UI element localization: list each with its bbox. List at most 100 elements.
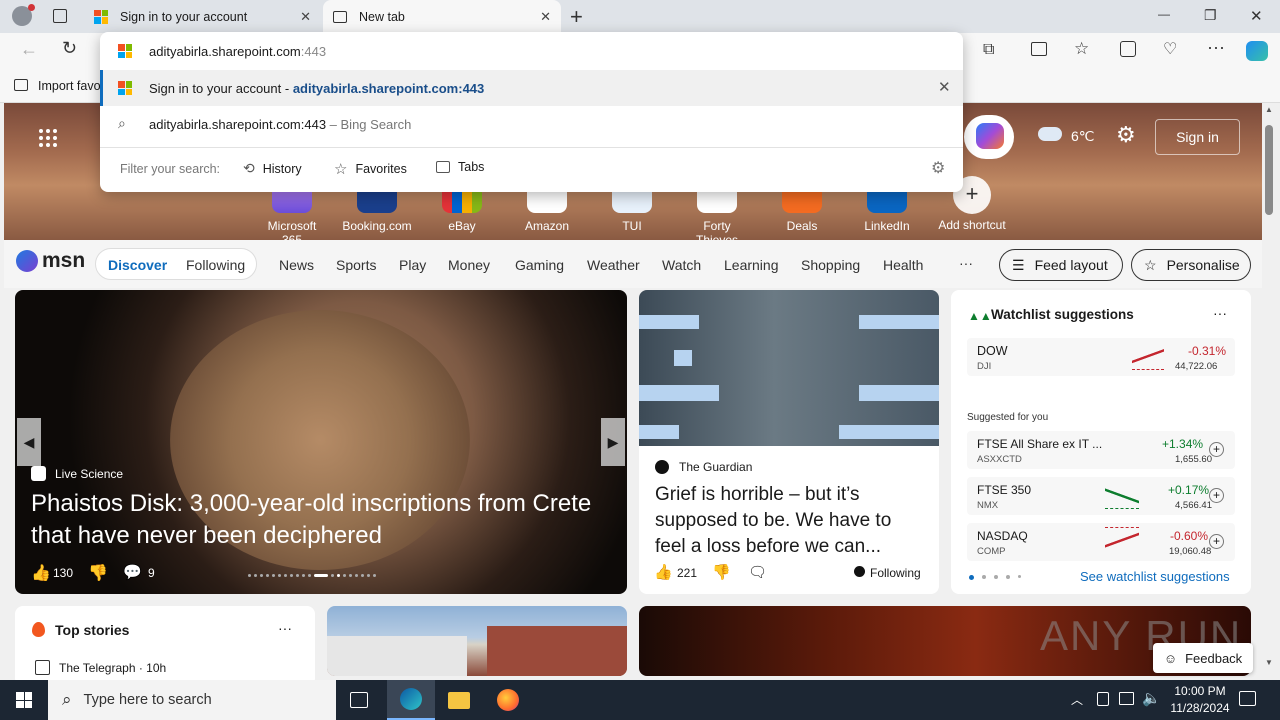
restore-button[interactable]: ❐ [1204,7,1217,24]
scroll-up-arrow[interactable]: ▲ [1265,105,1273,114]
tab-new-tab[interactable]: New tab ✕ [323,0,561,33]
scroll-thumb[interactable] [1265,125,1273,215]
filter-favorites[interactable]: ☆ Favorites [334,160,407,178]
watchlist-row-ftse-all[interactable]: FTSE All Share ex IT ... ASXXCTD +1.34% … [967,431,1235,469]
address-input[interactable]: adityabirla.sharepoint.com:443 [149,44,326,59]
filter-tabs[interactable]: Tabs [436,160,484,174]
tab-sign-in[interactable]: Sign in to your account ✕ [84,0,321,33]
dislike-icon[interactable]: 👎 [712,563,731,581]
nav-weather[interactable]: Weather [587,257,640,273]
apps-grid-icon[interactable] [39,129,57,147]
task-view-icon[interactable] [350,692,368,708]
suggestion-sign-in[interactable]: Sign in to your account - adityabirla.sh… [100,70,963,106]
firefox-icon[interactable] [497,689,519,711]
add-to-watchlist-icon[interactable]: + [1209,488,1224,503]
feedback-button[interactable]: ☺ Feedback [1153,643,1253,673]
weather-temperature[interactable]: 6℃ [1071,128,1095,145]
carousel-next-button[interactable]: ▶ [601,418,625,466]
import-favorites-link[interactable]: Import favo [38,79,101,93]
suggestion-bing-search[interactable]: ⌕ adityabirla.sharepoint.com:443 – Bing … [100,106,963,142]
file-explorer-icon[interactable] [448,692,470,709]
shortcut-forty-thieves[interactable]: Forty Thieves [682,187,752,247]
network-icon[interactable] [1119,692,1134,705]
article-headline[interactable]: Phaistos Disk: 3,000-year-old inscriptio… [31,488,616,552]
performance-icon[interactable]: ♡ [1163,39,1177,59]
clock-time[interactable]: 10:00 PM [1170,684,1230,698]
feature-card[interactable]: ◀ ▶ Live Science Phaistos Disk: 3,000-ye… [15,290,627,594]
search-settings-icon[interactable]: ⚙ [931,158,945,178]
dislike-icon[interactable]: 👎 [88,563,108,583]
shortcut-tui[interactable]: TUI [597,187,667,233]
nav-money[interactable]: Money [448,257,490,273]
nav-more-icon[interactable]: ··· [959,255,973,271]
watchlist-row-nasdaq[interactable]: NASDAQ COMP -0.60% 19,060.48 + [967,523,1235,561]
guardian-card[interactable]: The Guardian Grief is horrible – but it’… [639,290,939,594]
split-screen-icon[interactable] [1031,42,1047,56]
nav-learning[interactable]: Learning [724,257,779,273]
shortcut-linkedin[interactable]: LinkedIn [852,187,922,233]
address-input-row[interactable]: adityabirla.sharepoint.com:443 [100,32,963,70]
watchlist-row-ftse-350[interactable]: FTSE 350 NMX +0.17% 4,566.41 + [967,477,1235,515]
add-to-watchlist-icon[interactable]: + [1209,442,1224,457]
watchlist-row-dow[interactable]: DOW DJI -0.31% 44,722.06 [967,338,1235,376]
shortcut-amazon[interactable]: Amazon [512,187,582,233]
nav-gaming[interactable]: Gaming [515,257,564,273]
add-tab-icon[interactable]: + [570,4,583,30]
nav-watch[interactable]: Watch [662,257,701,273]
remove-suggestion-icon[interactable]: ✕ [938,78,951,96]
taskbar-search-box[interactable]: ⌕ Type here to search [48,680,336,720]
volume-icon[interactable]: 🔈 [1142,689,1161,707]
shortcut-ebay[interactable]: eBay [427,187,497,233]
extensions-icon[interactable]: ⧉ [983,41,994,59]
favorites-icon[interactable]: ☆ [1074,39,1089,59]
tab-following[interactable]: Following [186,257,245,273]
shortcut-microsoft-365[interactable]: Microsoft 365 [257,187,327,247]
msn-logo[interactable]: msn [42,249,85,273]
nav-health[interactable]: Health [883,257,923,273]
copilot-icon[interactable] [1246,41,1268,61]
page-scrollbar[interactable]: ▲ ▼ [1262,103,1276,676]
carousel-dots[interactable] [248,573,393,577]
show-hidden-icons[interactable]: ︿ [1071,691,1083,708]
comments-off-icon[interactable]: 🗨 [748,563,767,581]
carousel-prev-button[interactable]: ◀ [17,418,41,466]
close-tab-icon[interactable]: ✕ [540,9,551,25]
tab-actions-icon[interactable] [53,9,67,23]
building-image-card[interactable] [327,606,627,676]
watchlist-more-icon[interactable]: ··· [1213,305,1227,321]
nav-sports[interactable]: Sports [336,257,376,273]
close-window-button[interactable]: ✕ [1250,7,1263,25]
minimize-button[interactable]: — [1158,7,1170,21]
see-watchlist-link[interactable]: See watchlist suggestions [1080,569,1230,584]
comment-icon[interactable]: 💬 [123,563,142,581]
top-stories-more-icon[interactable]: ··· [278,620,292,636]
page-settings-icon[interactable]: ⚙ [1116,122,1136,148]
settings-more-icon[interactable]: ··· [1207,37,1225,58]
windows-start-icon[interactable] [16,692,32,708]
nav-play[interactable]: Play [399,257,426,273]
like-icon[interactable]: 👍 [654,563,673,581]
article-headline[interactable]: Grief is horrible – but it’s supposed to… [655,482,927,560]
shortcut-deals[interactable]: Deals [767,187,837,233]
clock-date[interactable]: 11/28/2024 [1165,701,1235,715]
sign-in-button[interactable]: Sign in [1155,119,1240,155]
collections-icon[interactable] [1120,41,1136,57]
feed-layout-button[interactable]: ☰ Feed layout [999,249,1123,281]
nav-news[interactable]: News [279,257,314,273]
add-to-watchlist-icon[interactable]: + [1209,534,1224,549]
tab-discover[interactable]: Discover [108,257,167,273]
watchlist-pager-dots[interactable] [969,575,1021,580]
shortcut-booking[interactable]: Booking.com [342,187,412,233]
personalise-button[interactable]: ☆ Personalise [1131,249,1251,281]
following-label[interactable]: Following [870,566,921,580]
filter-history[interactable]: ⟲ History [243,160,302,177]
security-tray-icon[interactable] [1097,692,1109,706]
nav-shopping[interactable]: Shopping [801,257,860,273]
like-icon[interactable]: 👍 [31,563,51,583]
notifications-icon[interactable] [1239,691,1256,706]
scroll-down-arrow[interactable]: ▼ [1265,658,1273,667]
close-tab-icon[interactable]: ✕ [300,9,311,25]
refresh-icon[interactable]: ↻ [62,38,77,59]
edge-taskbar-icon[interactable] [387,680,435,720]
back-icon[interactable]: ← [20,39,38,60]
